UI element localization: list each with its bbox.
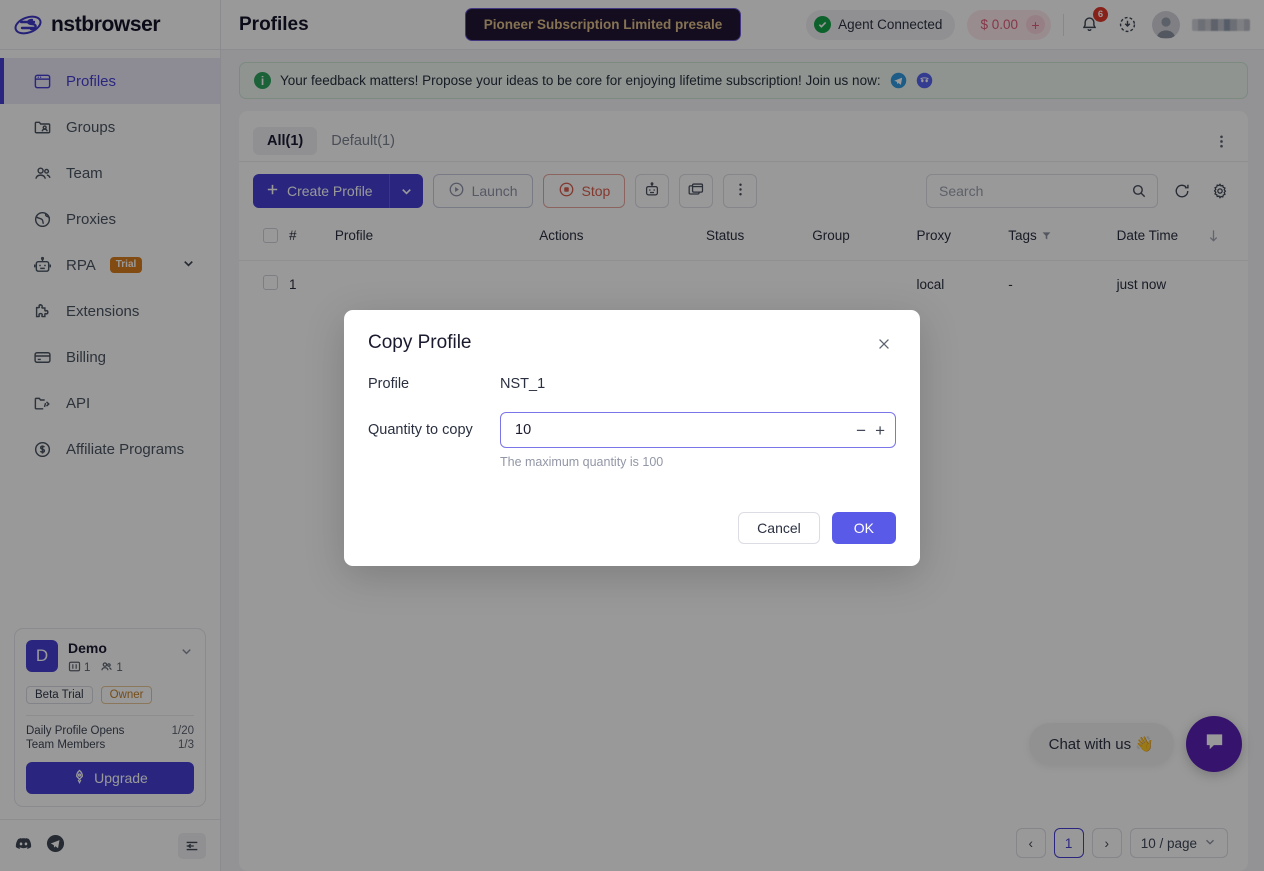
profile-value: NST_1	[500, 376, 546, 392]
increment-button[interactable]: +	[875, 422, 885, 439]
modal-title: Copy Profile	[368, 332, 472, 353]
modal-quantity-row: Quantity to copy − +	[368, 412, 896, 448]
stepper-controls: − +	[856, 422, 885, 439]
close-icon[interactable]	[872, 332, 896, 356]
modal-header: Copy Profile	[368, 332, 896, 356]
quantity-hint: The maximum quantity is 100	[500, 455, 664, 469]
decrement-button[interactable]: −	[856, 422, 866, 439]
modal-profile-row: Profile NST_1	[368, 376, 896, 392]
ok-button[interactable]: OK	[831, 512, 896, 544]
modal-footer: Cancel OK	[368, 512, 896, 544]
quantity-input[interactable]	[515, 422, 857, 438]
quantity-label: Quantity to copy	[368, 422, 473, 438]
cancel-button[interactable]: Cancel	[738, 512, 820, 544]
quantity-stepper[interactable]: − +	[500, 412, 896, 448]
profile-label: Profile	[368, 376, 410, 392]
copy-profile-modal: Copy Profile Profile NST_1 Quantity to c…	[344, 310, 920, 566]
